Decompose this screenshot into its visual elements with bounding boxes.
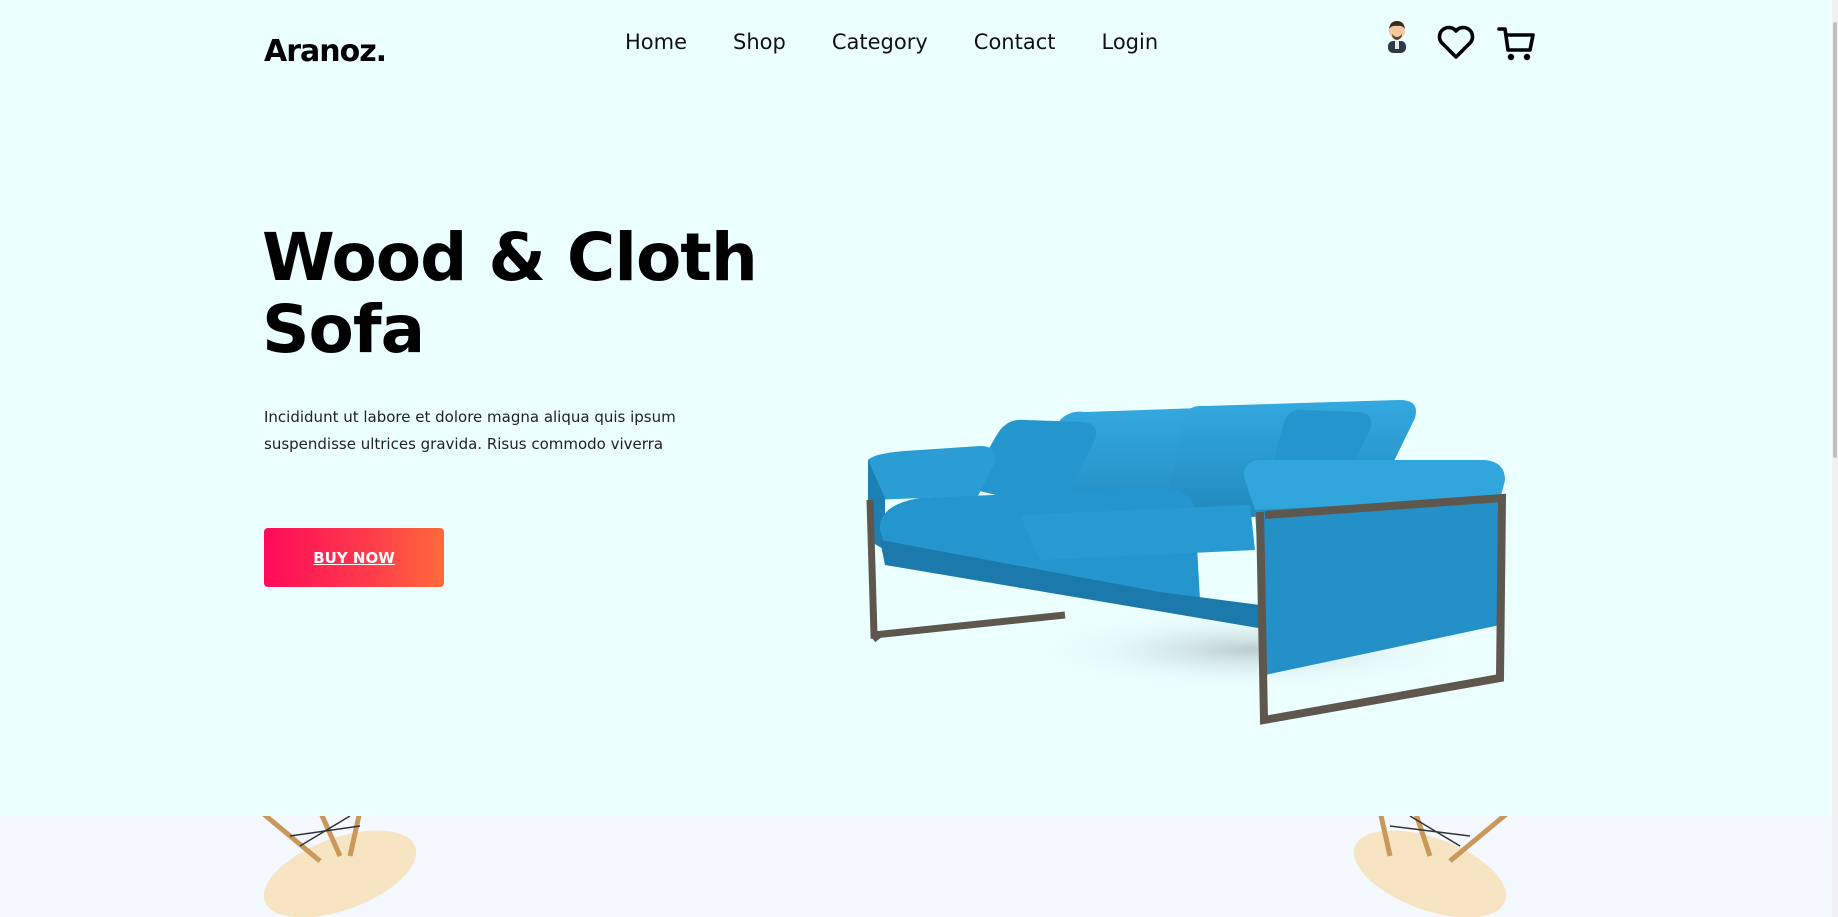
nav-link-contact[interactable]: Contact — [974, 30, 1056, 54]
navbar: Aranoz. Home Shop Category Contact Login — [0, 0, 1832, 90]
sofa-image — [866, 400, 1507, 725]
chair-image-left — [262, 816, 417, 917]
hero-title-line1: Wood & Cloth — [262, 219, 758, 296]
hero-title-line2: Sofa — [262, 291, 425, 368]
hero-title: Wood & Cloth Sofa — [262, 222, 822, 366]
heart-icon[interactable] — [1436, 22, 1476, 62]
hero-description: Incididunt ut labore et dolore magna ali… — [264, 408, 676, 453]
buy-now-button[interactable]: BUY NOW — [264, 528, 444, 587]
nav-icons — [1378, 16, 1538, 66]
featured-strip — [0, 816, 1832, 917]
main-nav: Home Shop Category Contact Login — [625, 30, 1158, 54]
scroll-thumb[interactable] — [1833, 22, 1837, 458]
page-scrollbar[interactable] — [1832, 0, 1838, 917]
nav-link-shop[interactable]: Shop — [733, 30, 786, 54]
avatar-icon[interactable] — [1382, 18, 1412, 54]
brand-logo[interactable]: Aranoz. — [264, 34, 387, 69]
cart-icon[interactable] — [1496, 22, 1538, 64]
nav-link-login[interactable]: Login — [1101, 30, 1158, 54]
chair-image-right — [1353, 816, 1508, 917]
page: Aranoz. Home Shop Category Contact Login — [0, 0, 1832, 917]
nav-link-home[interactable]: Home — [625, 30, 687, 54]
nav-link-category[interactable]: Category — [832, 30, 928, 54]
